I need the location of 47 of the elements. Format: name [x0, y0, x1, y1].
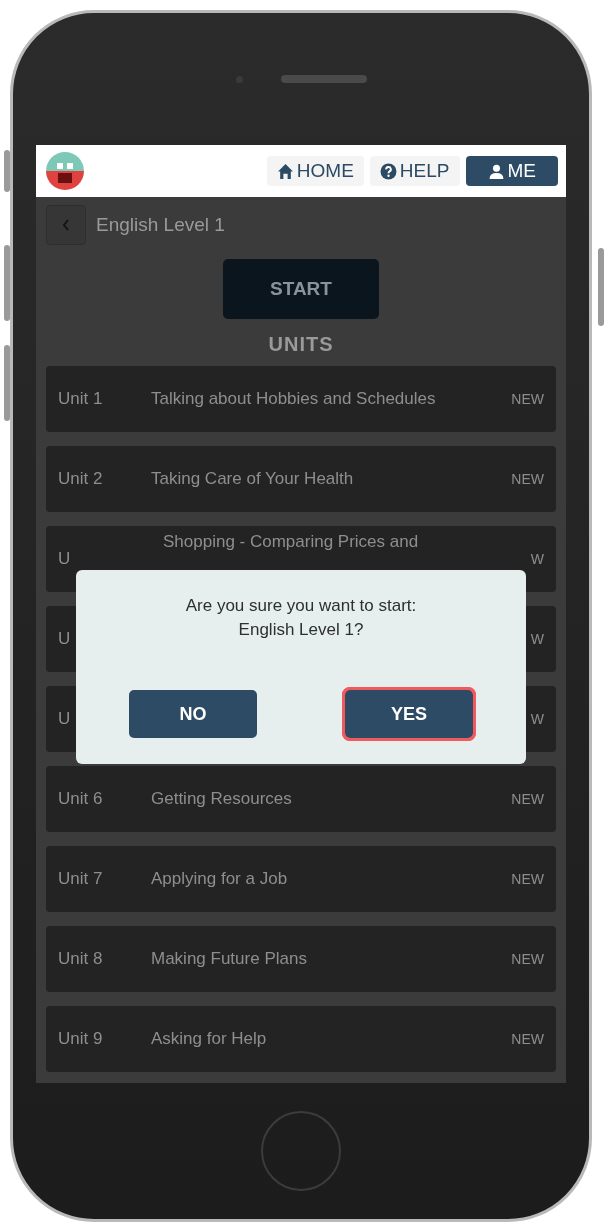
unit-row[interactable]: Unit 9 Asking for Help NEW: [46, 1006, 556, 1072]
new-label: W: [530, 631, 544, 647]
new-label: W: [530, 711, 544, 727]
unit-title: Applying for a Job: [151, 869, 289, 889]
unit-number: U: [58, 549, 72, 569]
unit-title: Getting Resources: [151, 789, 293, 809]
unit-row[interactable]: Unit 1 Talking about Hobbies and Schedules NEW: [46, 366, 556, 432]
unit-title: Shopping - Comparing Prices and: [163, 532, 419, 552]
unit-title: Making Future Plans: [151, 949, 308, 969]
course-title: English Level 1: [96, 214, 225, 236]
nav-button[interactable]: ME: [465, 156, 558, 186]
unit-number: U: [58, 629, 72, 649]
help-icon: [379, 162, 397, 180]
logo-icon: [45, 151, 85, 191]
dialog-message: Are you sure you want to start: English Level 1?: [184, 595, 418, 641]
home-icon: [276, 162, 294, 180]
unit-title: Talking about Hobbies and Schedules: [151, 389, 437, 409]
unit-row[interactable]: Unit 6 Getting Resources NEW: [46, 766, 556, 832]
new-label: NEW: [511, 391, 544, 407]
unit-number: Unit 2: [58, 469, 104, 489]
unit-row[interactable]: Unit 2 Taking Care of Your Health NEW: [46, 446, 556, 512]
start-button[interactable]: START: [223, 259, 379, 319]
unit-row[interactable]: Unit 8 Making Future Plans NEW: [46, 926, 556, 992]
new-label: NEW: [511, 871, 544, 887]
unit-title: Asking for Help: [151, 1029, 268, 1049]
unit-number: Unit 8: [58, 949, 104, 969]
new-label: W: [530, 551, 544, 567]
chevron-left-icon: [61, 218, 71, 232]
nav-button[interactable]: HOME: [266, 156, 364, 186]
unit-number: U: [58, 709, 72, 729]
unit-number: Unit 9: [58, 1029, 104, 1049]
unit-number: Unit 6: [58, 789, 104, 809]
new-label: NEW: [511, 1031, 544, 1047]
unit-title: Taking Care of Your Health: [151, 469, 355, 489]
dialog-button[interactable]: YES: [345, 690, 473, 738]
back-button[interactable]: [46, 205, 86, 245]
nav-button[interactable]: HELP: [369, 156, 460, 186]
unit-number: Unit 7: [58, 869, 104, 889]
unit-number: Unit 1: [58, 389, 104, 409]
section-title: UNITS: [268, 333, 334, 356]
home-button[interactable]: [261, 1111, 341, 1191]
new-label: NEW: [511, 791, 544, 807]
new-label: NEW: [511, 471, 544, 487]
dialog-button[interactable]: NO: [129, 690, 257, 738]
unit-row[interactable]: Unit 7 Applying for a Job NEW: [46, 846, 556, 912]
person-icon: [487, 162, 505, 180]
new-label: NEW: [511, 951, 544, 967]
